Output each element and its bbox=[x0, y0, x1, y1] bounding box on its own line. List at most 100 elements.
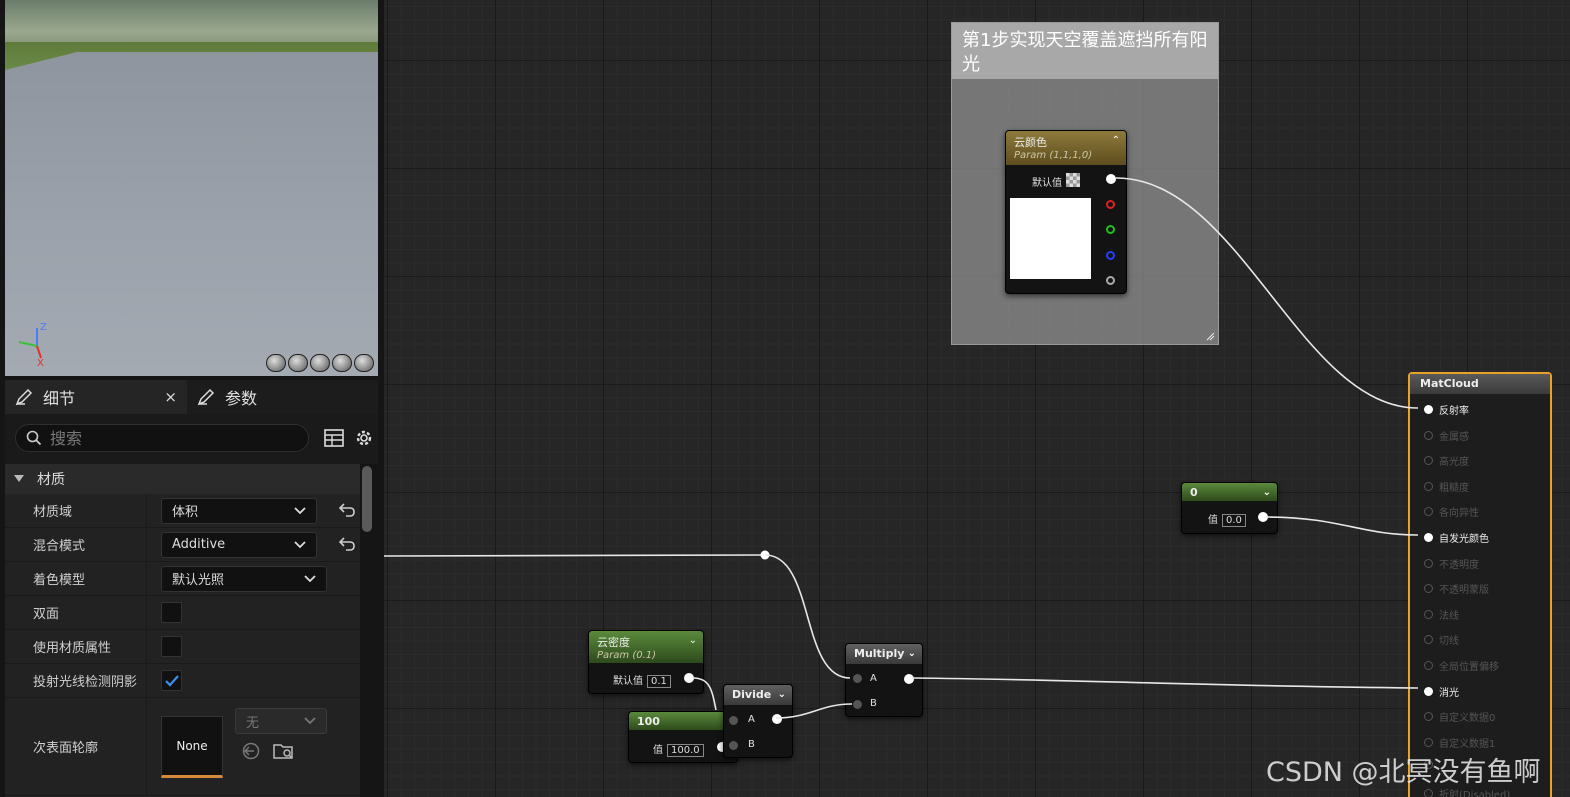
blend-mode-dropdown[interactable]: Additive bbox=[161, 531, 317, 558]
subsurface-dropdown-value: 无 bbox=[246, 715, 260, 731]
material-node-title: MatCloud bbox=[1410, 374, 1550, 394]
tab-details[interactable]: 细节 × bbox=[5, 380, 187, 414]
node-multiply[interactable]: Multiply ⌄ A B bbox=[845, 643, 923, 717]
value-field[interactable]: 0.0 bbox=[1222, 514, 1246, 527]
material-input-pin[interactable]: 高光度 bbox=[1424, 453, 1469, 468]
pin-b-label: B bbox=[748, 739, 755, 750]
raytraced-shadow-checkbox[interactable] bbox=[161, 670, 182, 691]
pencil-icon bbox=[197, 388, 215, 406]
material-input-pin[interactable]: 各向异性 bbox=[1424, 504, 1479, 519]
table-view-icon[interactable] bbox=[323, 427, 345, 449]
search-input[interactable] bbox=[50, 428, 290, 448]
pencil-icon bbox=[15, 388, 33, 406]
material-input-pin[interactable]: 不透明蒙版 bbox=[1424, 581, 1489, 596]
material-input-pin[interactable]: 反射率 bbox=[1424, 402, 1469, 417]
node-subtitle: Param (1,1,1,0) bbox=[1014, 150, 1093, 161]
material-pin-label: 自定义数据1 bbox=[1439, 738, 1496, 750]
output-pin-g[interactable] bbox=[1106, 225, 1115, 234]
node-constant-zero[interactable]: 0 ⌄ 值 0.0 bbox=[1181, 482, 1278, 534]
preview-shape-buttons bbox=[266, 354, 374, 372]
tab-parameters[interactable]: 参数 bbox=[187, 380, 267, 414]
pin-dot-icon bbox=[1424, 533, 1433, 542]
material-input-pin[interactable]: 自定义数据0 bbox=[1424, 709, 1495, 724]
material-input-pin[interactable]: 全局位置偏移 bbox=[1424, 658, 1499, 673]
material-input-pin[interactable]: 切线 bbox=[1424, 632, 1459, 647]
input-pin-b[interactable] bbox=[729, 741, 738, 750]
resize-handle-icon[interactable] bbox=[1205, 331, 1215, 341]
collapse-chevron-icon[interactable]: ⌃ bbox=[1112, 135, 1120, 146]
output-pin[interactable] bbox=[772, 714, 782, 724]
input-pin-b[interactable] bbox=[853, 700, 862, 709]
material-input-pin[interactable]: 自定义数据1 bbox=[1424, 735, 1495, 750]
category-material[interactable]: 材质 bbox=[5, 464, 360, 494]
plane-preview-icon[interactable] bbox=[310, 354, 330, 372]
material-input-pin[interactable]: 粗糙度 bbox=[1424, 479, 1469, 494]
use-material-attributes-checkbox[interactable] bbox=[161, 636, 182, 657]
details-scrollbar[interactable] bbox=[362, 466, 372, 532]
subsurface-asset-dropdown[interactable]: 无 bbox=[235, 708, 327, 734]
node-cloud-color[interactable]: 云颜色 Param (1,1,1,0) ⌃ 默认值 bbox=[1005, 130, 1127, 294]
shading-model-value: 默认光照 bbox=[172, 573, 225, 588]
node-title: 云密度 bbox=[597, 636, 630, 649]
color-swatch[interactable] bbox=[1066, 173, 1080, 187]
shading-model-label: 着色模型 bbox=[5, 562, 147, 595]
input-pin-a[interactable] bbox=[853, 674, 862, 683]
color-preview bbox=[1010, 198, 1091, 279]
material-input-pin[interactable]: 法线 bbox=[1424, 607, 1459, 622]
shading-model-dropdown[interactable]: 默认光照 bbox=[161, 565, 327, 592]
output-pin-b[interactable] bbox=[1106, 251, 1115, 260]
cylinder-preview-icon[interactable] bbox=[266, 354, 286, 372]
node-cloud-density[interactable]: 云密度 Param (0.1) ⌄ 默认值 0.1 bbox=[588, 630, 704, 694]
material-pin-label: 高光度 bbox=[1439, 457, 1469, 469]
svg-text:Z: Z bbox=[40, 322, 47, 333]
output-pin[interactable] bbox=[904, 674, 914, 684]
checkmark-icon bbox=[164, 674, 179, 687]
chevron-down-icon[interactable]: ⌄ bbox=[1263, 487, 1271, 498]
pin-b-label: B bbox=[870, 698, 877, 709]
blend-mode-label: 混合模式 bbox=[5, 528, 147, 561]
sphere-preview-icon[interactable] bbox=[288, 354, 308, 372]
two-sided-checkbox[interactable] bbox=[161, 602, 182, 623]
subsurface-asset-thumbnail[interactable]: None bbox=[161, 715, 223, 778]
material-domain-value: 体积 bbox=[172, 505, 199, 520]
value-field[interactable]: 100.0 bbox=[667, 744, 704, 757]
node-divide[interactable]: Divide ⌄ A B bbox=[723, 684, 793, 758]
browse-asset-icon[interactable] bbox=[273, 742, 295, 760]
cube-preview-icon[interactable] bbox=[332, 354, 352, 372]
reset-arrow-icon[interactable] bbox=[338, 502, 356, 518]
output-pin[interactable] bbox=[1258, 512, 1268, 522]
material-domain-label: 材质域 bbox=[5, 494, 147, 527]
chevron-down-icon[interactable]: ⌄ bbox=[908, 648, 916, 659]
use-selected-asset-icon[interactable] bbox=[241, 742, 261, 760]
output-pin-rgba[interactable] bbox=[1106, 174, 1116, 184]
teapot-preview-icon[interactable] bbox=[354, 354, 374, 372]
watermark: CSDN @北冥没有鱼啊 bbox=[1266, 757, 1541, 788]
node-title: Divide bbox=[732, 688, 772, 701]
node-title: Multiply bbox=[854, 647, 905, 660]
chevron-down-icon[interactable]: ⌄ bbox=[689, 635, 697, 646]
svg-text:X: X bbox=[37, 358, 44, 369]
material-input-pin[interactable]: 自发光颜色 bbox=[1424, 530, 1489, 545]
tab-details-label: 细节 bbox=[43, 389, 76, 408]
preview-viewport[interactable]: Z X bbox=[5, 0, 378, 376]
node-constant-100[interactable]: 100 ⌄ 值 100.0 bbox=[628, 711, 738, 763]
output-pin[interactable] bbox=[684, 673, 694, 683]
input-pin-a[interactable] bbox=[729, 716, 738, 725]
pin-dot-icon bbox=[1424, 635, 1433, 645]
material-input-pin[interactable]: 消光 bbox=[1424, 684, 1459, 699]
node-material-result[interactable]: MatCloud 反射率金属感高光度粗糙度各向异性自发光颜色不透明度不透明蒙版法… bbox=[1408, 372, 1552, 797]
chevron-down-icon[interactable]: ⌄ bbox=[778, 689, 786, 700]
reset-arrow-icon[interactable] bbox=[338, 536, 356, 552]
output-pin-a[interactable] bbox=[1106, 276, 1115, 285]
row-subsurface-profile: 次表面轮廓 None 无 bbox=[5, 698, 360, 796]
close-icon[interactable]: × bbox=[164, 388, 177, 406]
search-field[interactable] bbox=[15, 424, 309, 452]
value-field[interactable]: 0.1 bbox=[647, 675, 671, 688]
material-input-pin[interactable]: 金属感 bbox=[1424, 428, 1469, 443]
material-input-pin[interactable]: 不透明度 bbox=[1424, 556, 1479, 571]
output-pin-r[interactable] bbox=[1106, 200, 1115, 209]
pin-dot-icon bbox=[1424, 507, 1433, 517]
gear-icon[interactable] bbox=[353, 427, 375, 449]
pin-dot-icon bbox=[1424, 686, 1433, 696]
material-domain-dropdown[interactable]: 体积 bbox=[161, 497, 317, 524]
